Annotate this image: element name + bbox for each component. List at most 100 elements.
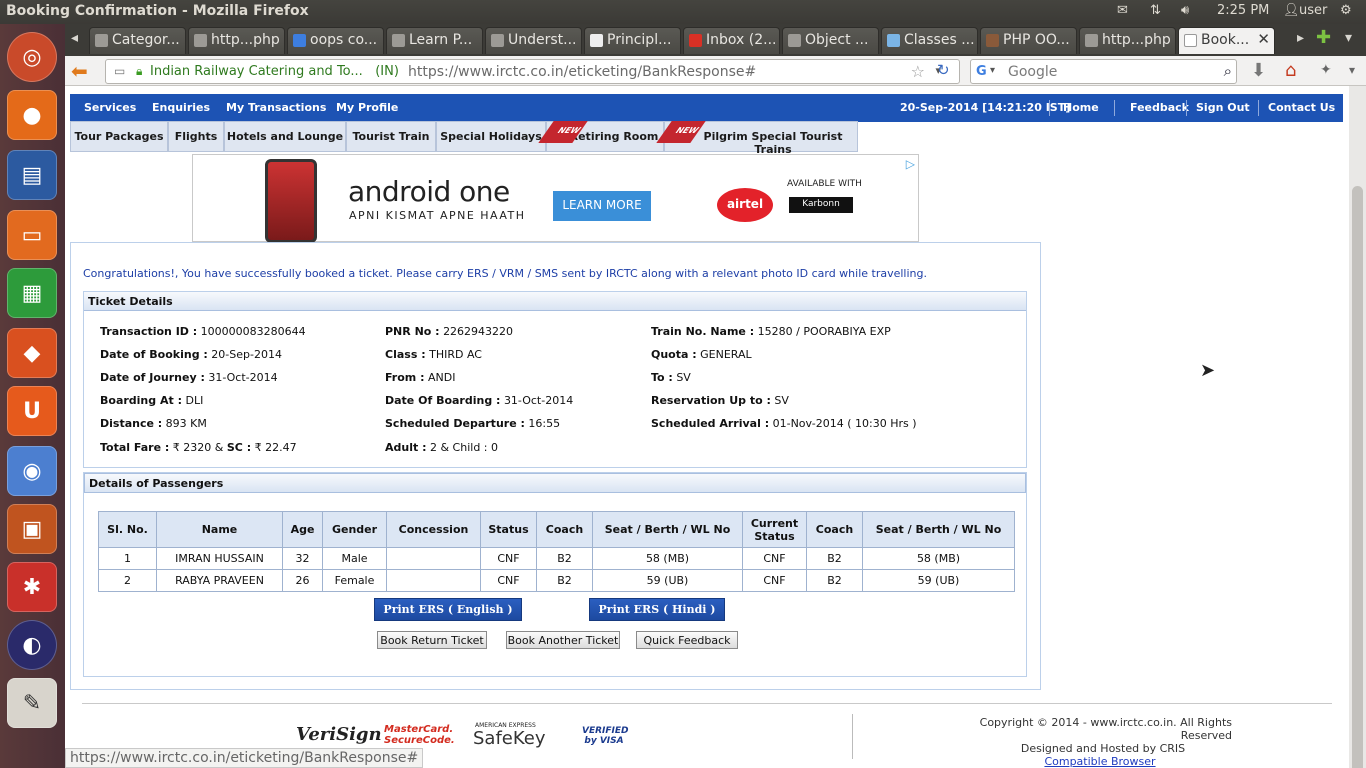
tab-label: http...php (211, 32, 280, 48)
volume-icon[interactable]: 🔊︎ (1181, 3, 1189, 18)
book-return-ticket-button[interactable]: Book Return Ticket (377, 631, 487, 649)
texteditor-icon[interactable]: ✎ (7, 678, 57, 728)
cell: B2 (536, 547, 593, 570)
search-icon[interactable]: ⌕ (1224, 62, 1232, 80)
col-current-coach: Coach (806, 511, 863, 548)
compatible-browser-link[interactable]: Compatible Browser (1044, 755, 1155, 768)
bookmark-star-icon[interactable]: ☆ (911, 62, 925, 81)
user-name[interactable]: user (1299, 3, 1327, 18)
identity-icon[interactable]: ▭ (114, 64, 125, 78)
airtel-logo: airtel (717, 188, 773, 222)
tab-9[interactable]: Classes ... (881, 27, 978, 54)
network-icon[interactable]: ⇅ (1150, 3, 1161, 18)
menu-enquiries[interactable]: Enquiries (152, 101, 210, 114)
tab-1[interactable]: Categor... (89, 27, 186, 54)
close-tab-icon[interactable]: ✕ (1257, 30, 1270, 48)
url-text[interactable]: https://www.irctc.co.in/eticketing/BankR… (408, 64, 756, 80)
menu-contact-us[interactable]: Contact Us (1268, 101, 1335, 114)
new-tab-icon[interactable]: ✚ (1316, 27, 1331, 48)
table-row: 1 IMRAN HUSSAIN 32 Male CNF B2 58 (MB) C… (98, 547, 1015, 570)
impress-icon[interactable]: ▣ (7, 504, 57, 554)
menu-feedback[interactable]: Feedback (1130, 101, 1189, 114)
lock-icon: 🔒︎ (136, 64, 143, 78)
chromium-icon[interactable]: ◉ (7, 446, 57, 496)
tab-flights[interactable]: Flights (168, 121, 224, 152)
tab-retiring-room[interactable]: NEW Retiring Room (538, 121, 664, 152)
writer-icon[interactable]: ▤ (7, 150, 57, 200)
tab-5[interactable]: Underst... (485, 27, 582, 54)
print-ers-hindi-button[interactable]: Print ERS ( Hindi ) (589, 598, 725, 621)
tab-scroll-left-icon[interactable]: ◂ (71, 30, 78, 46)
clock[interactable]: 2:25 PM (1217, 3, 1269, 18)
tab-3[interactable]: oops co... (287, 27, 384, 54)
menu-my-transactions[interactable]: My Transactions (226, 101, 326, 114)
learn-more-button[interactable]: LEARN MORE (553, 191, 651, 221)
google-engine-icon[interactable]: G (976, 64, 987, 79)
calc-icon[interactable]: ▦ (7, 268, 57, 318)
cell: B2 (806, 569, 863, 592)
tab-label: Categor... (112, 32, 180, 48)
copyright-block: Copyright © 2014 - www.irctc.co.in. All … (962, 716, 1232, 768)
vertical-scrollbar[interactable] (1349, 86, 1366, 768)
to-station: To : SV (651, 371, 691, 384)
date-of-boarding: Date Of Boarding : 31-Oct-2014 (385, 394, 574, 407)
firefox-icon[interactable]: ● (7, 90, 57, 140)
adchoices-icon[interactable]: ▷ (906, 157, 915, 171)
tab-hotels-lounge[interactable]: Hotels and Lounge (224, 121, 346, 152)
cell: RABYA PRAVEEN (156, 569, 283, 592)
print-ers-english-button[interactable]: Print ERS ( English ) (374, 598, 522, 621)
tab-6[interactable]: Principl... (584, 27, 681, 54)
table-header-row: Sl. No. Name Age Gender Concession Statu… (98, 511, 1015, 548)
url-bar[interactable]: ▭ 🔒︎ Indian Railway Catering and To... (… (105, 59, 960, 84)
software-center-icon[interactable]: ◆ (7, 328, 57, 378)
copyright-text: Copyright © 2014 - www.irctc.co.in. All … (979, 716, 1232, 742)
tab-scroll-right-icon[interactable]: ▸ (1297, 30, 1304, 46)
eclipse-icon[interactable]: ◐ (7, 620, 57, 670)
page-viewport: Services Enquiries My Transactions My Pr… (65, 86, 1349, 768)
files-icon[interactable]: ▭ (7, 210, 57, 260)
extension-icon[interactable]: ✦ (1320, 62, 1332, 78)
tab-label: oops co... (310, 32, 378, 48)
tab-4[interactable]: Learn P... (386, 27, 483, 54)
menu-home[interactable]: Home (1063, 101, 1099, 114)
gear-icon[interactable]: ⚙ (1340, 3, 1352, 18)
gmail-icon (689, 34, 702, 47)
menu-icon[interactable]: ▾ (1349, 63, 1355, 77)
advertisement-banner[interactable]: android one APNI KISMAT APNE HAATH LEARN… (192, 154, 919, 243)
search-bar[interactable]: G ▾ Google ⌕ (970, 59, 1237, 84)
reload-icon[interactable]: ↻ (937, 61, 950, 79)
tab-7[interactable]: Inbox (2... (683, 27, 780, 54)
menu-sign-out[interactable]: Sign Out (1196, 101, 1250, 114)
cell: CNF (480, 547, 537, 570)
tab-10[interactable]: PHP OO... (980, 27, 1077, 54)
tab-tourist-train[interactable]: Tourist Train (346, 121, 436, 152)
mail-icon[interactable]: ✉ (1117, 3, 1128, 18)
back-arrow-icon[interactable]: ⬅ (71, 59, 88, 83)
book-another-ticket-button[interactable]: Book Another Ticket (506, 631, 620, 649)
col-status: Status (480, 511, 537, 548)
tab-special-holidays[interactable]: Special Holidays (436, 121, 546, 152)
top-menu: Services Enquiries My Transactions My Pr… (70, 94, 1343, 122)
tab-8[interactable]: Object ... (782, 27, 879, 54)
tab-11[interactable]: http...php (1079, 27, 1176, 54)
engine-dropdown-icon[interactable]: ▾ (990, 65, 995, 76)
quick-feedback-button[interactable]: Quick Feedback (636, 631, 738, 649)
ubuntu-dash-icon[interactable]: ◎ (7, 32, 57, 82)
ubuntu-one-icon[interactable]: U (7, 386, 57, 436)
home-icon[interactable]: ⌂ (1285, 60, 1296, 81)
tab-2[interactable]: http...php (188, 27, 285, 54)
tab-12-active[interactable]: Book... ✕ (1178, 27, 1275, 54)
hg-icon (590, 34, 603, 47)
menu-services[interactable]: Services (84, 101, 136, 114)
tab-pilgrim-trains[interactable]: NEW Pilgrim Special Tourist Trains (656, 121, 858, 156)
settings-icon[interactable]: ✱ (7, 562, 57, 612)
site-identity[interactable]: Indian Railway Catering and To... (IN) (150, 64, 399, 79)
cell: B2 (806, 547, 863, 570)
tab-list-icon[interactable]: ▾ (1345, 30, 1352, 46)
download-icon[interactable]: ⬇ (1251, 60, 1266, 81)
scrollbar-thumb[interactable] (1352, 186, 1363, 768)
menu-my-profile[interactable]: My Profile (336, 101, 398, 114)
user-icon[interactable]: 👤︎ (1283, 3, 1300, 18)
tab-tour-packages[interactable]: Tour Packages (70, 121, 168, 152)
distance: Distance : 893 KM (100, 417, 207, 430)
